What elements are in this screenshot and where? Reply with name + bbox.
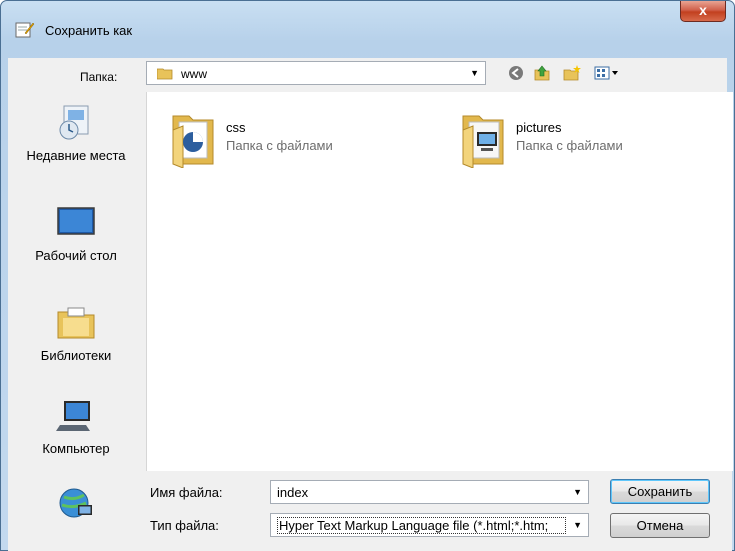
place-libraries[interactable]: Библиотеки [8, 304, 144, 363]
place-label-libraries: Библиотеки [40, 348, 112, 363]
place-network[interactable] [8, 485, 144, 529]
close-button[interactable]: x [680, 1, 726, 22]
file-name: css [226, 120, 246, 135]
chevron-down-icon: ▼ [470, 68, 479, 78]
cancel-button[interactable]: Отмена [610, 513, 710, 538]
window-title: Сохранить как [45, 23, 133, 38]
file-list[interactable]: css Папка с файлами pictures Папка с фай… [146, 92, 733, 471]
filetype-label: Тип файла: [150, 518, 219, 533]
list-item-pictures[interactable]: pictures Папка с файлами [449, 110, 699, 170]
filename-value: index [277, 485, 309, 500]
computer-icon [56, 401, 90, 431]
back-button[interactable] [505, 62, 527, 84]
chevron-down-icon[interactable]: ▼ [573, 487, 582, 497]
title-bar[interactable]: Сохранить как x [1, 1, 734, 38]
back-icon [509, 66, 523, 80]
place-desktop[interactable]: Рабочий стол [8, 204, 144, 263]
filename-label: Имя файла: [150, 485, 223, 500]
list-item-css[interactable]: css Папка с файлами [159, 110, 409, 170]
filetype-select[interactable]: Hyper Text Markup Language file (*.html;… [270, 513, 589, 537]
place-recent[interactable]: Недавние места [8, 104, 144, 163]
new-folder-icon [563, 65, 581, 81]
folder-value: www [181, 67, 207, 81]
folder-icon [172, 115, 214, 168]
folder-pictures-icon [462, 115, 504, 168]
save-button[interactable]: Сохранить [610, 479, 710, 504]
place-label-desktop: Рабочий стол [35, 248, 117, 263]
save-options-panel: Имя файла: index ▼ Сохранить Тип файла: … [146, 471, 732, 551]
up-folder-icon [534, 65, 550, 81]
chevron-down-icon[interactable]: ▼ [573, 520, 582, 530]
views-menu-button[interactable] [593, 62, 621, 84]
file-name: pictures [516, 120, 562, 135]
places-bar: Недавние места Рабочий стол Библиотеки К… [8, 92, 144, 551]
libraries-icon [57, 307, 95, 339]
folder-label: Папка: [80, 70, 118, 84]
recent-places-icon [59, 105, 89, 140]
filetype-value: Hyper Text Markup Language file (*.html;… [277, 517, 566, 534]
network-icon [59, 488, 92, 518]
place-computer[interactable]: Компьютер [8, 397, 144, 456]
file-type: Папка с файлами [226, 138, 333, 153]
new-folder-button[interactable] [561, 62, 583, 84]
views-menu-icon [594, 66, 618, 80]
place-label-recent: Недавние места [26, 148, 126, 163]
folder-dropdown[interactable]: www ▼ [146, 61, 486, 85]
filename-field[interactable]: index ▼ [270, 480, 589, 504]
folder-icon [157, 68, 173, 80]
desktop-icon [57, 207, 95, 235]
place-label-computer: Компьютер [42, 441, 110, 456]
file-type: Папка с файлами [516, 138, 623, 153]
save-document-icon [15, 22, 35, 38]
up-folder-button[interactable] [531, 62, 553, 84]
